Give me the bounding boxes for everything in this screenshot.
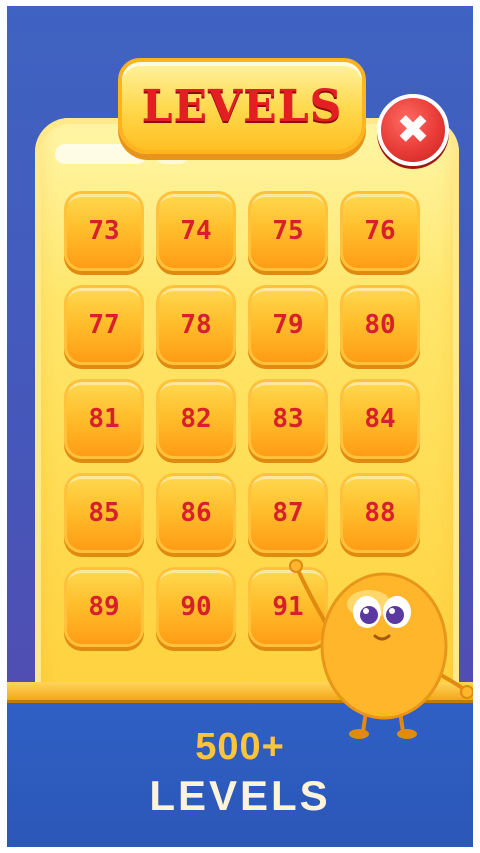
level-number: 82 [180,404,212,434]
level-tile[interactable]: 79 [248,285,328,365]
level-number: 81 [88,404,120,434]
close-icon: ✖ [396,107,430,153]
level-number: 85 [88,498,120,528]
level-number: 76 [364,216,396,246]
level-tile[interactable]: 82 [156,379,236,459]
level-tile[interactable]: 84 [340,379,420,459]
level-number: 89 [88,592,120,622]
promo-count: 500+ [195,726,285,768]
level-tile[interactable]: 73 [64,191,144,271]
level-number: 84 [364,404,396,434]
level-number: 78 [180,310,212,340]
egg-mascot [289,559,473,739]
level-tile[interactable]: 78 [156,285,236,365]
level-number: 86 [180,498,212,528]
level-tile[interactable]: 76 [340,191,420,271]
level-number: 88 [364,498,396,528]
level-number: 74 [180,216,212,246]
level-number: 77 [88,310,120,340]
level-number: 80 [364,310,396,340]
level-tile[interactable]: 75 [248,191,328,271]
level-tile[interactable]: 77 [64,285,144,365]
page-title: LEVELS [141,80,343,132]
level-number: 73 [88,216,120,246]
level-number: 90 [180,592,212,622]
level-tile[interactable]: 86 [156,473,236,553]
level-number: 83 [272,404,304,434]
level-tile[interactable]: 90 [156,567,236,647]
level-tile[interactable]: 87 [248,473,328,553]
title-plate: LEVELS [118,58,366,154]
level-tile[interactable]: 88 [340,473,420,553]
level-tile[interactable]: 85 [64,473,144,553]
level-number: 87 [272,498,304,528]
level-tile[interactable]: 89 [64,567,144,647]
level-tile[interactable]: 83 [248,379,328,459]
close-button[interactable]: ✖ [377,94,449,166]
level-tile[interactable]: 80 [340,285,420,365]
level-tile[interactable]: 81 [64,379,144,459]
level-tile[interactable]: 74 [156,191,236,271]
level-number: 79 [272,310,304,340]
promo-word: LEVELS [149,772,331,819]
level-number: 75 [272,216,304,246]
